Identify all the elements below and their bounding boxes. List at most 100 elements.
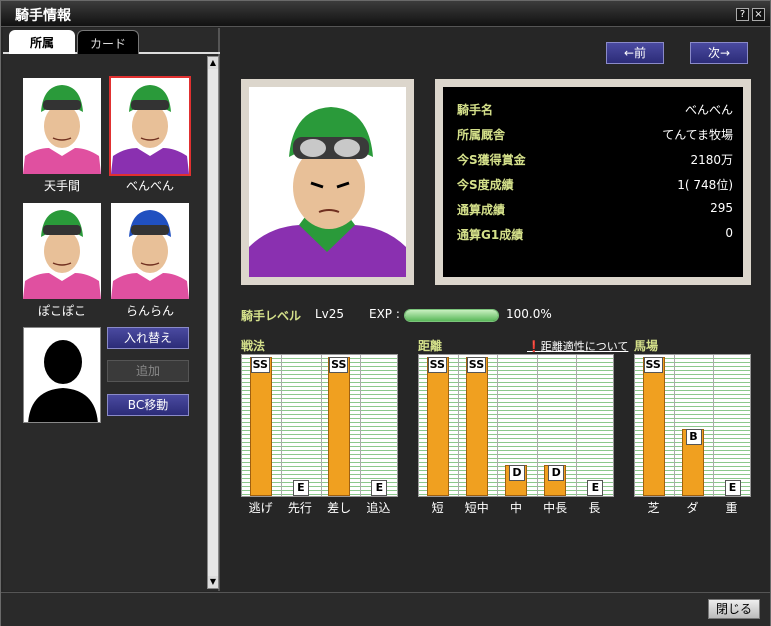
info-frame: 騎手名 べんべん所属厩舎 てんてま牧場今S獲得賞金 2180万今S度成績 1( 748位…	[435, 79, 751, 285]
info-key: 通算G1成績	[457, 228, 524, 242]
silhouette-icon	[24, 328, 100, 422]
jockey-name: 天手間	[43, 179, 80, 193]
next-button[interactable]: 次→	[690, 42, 748, 64]
aptitude-label: 差し	[327, 501, 352, 515]
exp-bar	[404, 309, 499, 322]
tab-affiliation[interactable]: 所属	[9, 30, 75, 54]
info-key: 今S獲得賞金	[457, 153, 526, 167]
window-title: 騎手情報	[15, 8, 71, 24]
info-key: 騎手名	[457, 103, 494, 117]
aptitude-label: 芝	[647, 501, 660, 515]
info-row: 今S度成績 1( 748位)	[457, 176, 733, 196]
level-value: Lv25	[315, 307, 345, 321]
aptitude-grade: SS	[329, 357, 349, 373]
info-row: 騎手名 べんべん	[457, 101, 733, 121]
info-table: 騎手名 べんべん所属厩舎 てんてま牧場今S獲得賞金 2180万今S度成績 1( 748位…	[443, 87, 743, 277]
scrollbar[interactable]: ▲ ▼	[207, 56, 219, 589]
jockey-card[interactable]	[111, 203, 189, 299]
distance-aptitude-link[interactable]: ❗距離適性について	[527, 338, 628, 354]
aptitude-grade: SS	[250, 357, 270, 373]
jockey-name: ぽこぽこ	[37, 304, 86, 318]
scroll-down-icon[interactable]: ▼	[208, 576, 218, 588]
exp-value: 100.0%	[506, 307, 552, 321]
aptitude-grade: D	[548, 465, 565, 481]
add-button[interactable]: 追加	[107, 360, 189, 382]
aptitude-label: 短	[431, 501, 444, 515]
jockey-name: べんべん	[125, 179, 174, 193]
info-key: 所属厩舎	[457, 128, 506, 142]
jockey-list-panel: 所属 カード 天手間 べんべんぽこぽこ らんらん 入れ替え 追加 BC移動 ▲ ▼	[3, 28, 220, 591]
aptitude-grade: B	[685, 429, 702, 445]
aptitude-label: 中	[509, 501, 522, 515]
aptitude-label: 重	[725, 501, 738, 515]
aptitude-label: 短中	[464, 501, 489, 515]
info-value: べんべん	[684, 103, 733, 117]
title-bar: 騎手情報 ? ×	[1, 1, 770, 27]
swap-button[interactable]: 入れ替え	[107, 327, 189, 349]
track-chart: SS B E	[634, 354, 751, 497]
info-value: てんてま牧場	[662, 128, 733, 142]
aptitude-label: 追込	[366, 501, 391, 515]
aptitude-bar	[328, 357, 351, 496]
info-row: 通算G1成績 0	[457, 226, 733, 246]
level-label: 騎手レベル	[241, 309, 302, 323]
exp-bar-fill	[405, 310, 498, 321]
jockey-card[interactable]	[23, 203, 101, 299]
detail-panel: ←前 次→ 騎手名 べんべん 所属厩舎 てんてま牧場 今S獲得賞金 2180万 …	[222, 28, 770, 591]
close-button[interactable]: 閉じる	[708, 599, 760, 619]
tab-card[interactable]: カード	[77, 30, 139, 54]
aptitude-grade: SS	[643, 357, 663, 373]
aptitude-label: 中長	[543, 501, 568, 515]
aptitude-bar	[426, 357, 449, 496]
jockey-portrait-frame	[241, 79, 414, 285]
jockey-thumbnail	[23, 203, 101, 299]
close-icon[interactable]: ×	[752, 8, 765, 21]
jockey-name: らんらん	[125, 304, 174, 318]
aptitude-grade: E	[587, 480, 604, 496]
info-row: 所属厩舎 てんてま牧場	[457, 126, 733, 146]
aptitude-label: ダ	[686, 501, 699, 515]
info-row: 通算成績 295	[457, 201, 733, 221]
aptitude-grade: E	[724, 480, 741, 496]
tab-bar: 所属 カード	[3, 28, 220, 54]
info-key: 今S度成績	[457, 178, 514, 192]
aptitude-label: 逃げ	[248, 501, 273, 515]
distance-link-text: 距離適性について	[540, 340, 629, 353]
aptitude-label: 先行	[287, 501, 312, 515]
aptitude-grade: E	[292, 480, 309, 496]
jockey-card[interactable]	[109, 76, 191, 176]
jockey-card[interactable]	[23, 78, 101, 174]
jockey-thumbnail	[23, 78, 101, 174]
aptitude-bar	[642, 357, 665, 496]
aptitude-label: 長	[588, 501, 601, 515]
aptitude-grade: E	[371, 480, 388, 496]
aptitude-grade: SS	[466, 357, 487, 373]
tactics-chart: SS E SS E	[241, 354, 398, 497]
aptitude-grade: D	[509, 465, 525, 481]
jockey-thumbnail	[111, 78, 189, 174]
jockey-thumbnail	[111, 203, 189, 299]
bottom-bar: 閉じる	[1, 592, 770, 626]
scroll-up-icon[interactable]: ▲	[208, 57, 218, 69]
jockey-portrait	[249, 87, 406, 277]
window: 騎手情報 ? × 所属 カード 天手間 べんべんぽこぽこ らんらん 入れ替え 追加 …	[0, 0, 771, 626]
empty-slot-silhouette[interactable]	[23, 327, 101, 423]
aptitude-bar	[249, 357, 272, 496]
jockey-portrait-image	[249, 87, 406, 277]
aptitude-grade: SS	[427, 357, 447, 373]
prev-button[interactable]: ←前	[606, 42, 664, 64]
info-value: 2180万	[690, 153, 733, 167]
distance-chart: SS SS D D E	[418, 354, 614, 497]
distance-title: 距離	[418, 339, 443, 353]
exp-label: EXP :	[369, 307, 400, 321]
info-key: 通算成績	[457, 203, 506, 217]
info-row: 今S獲得賞金 2180万	[457, 151, 733, 171]
info-value: 1( 748位)	[677, 178, 733, 192]
aptitude-bar	[465, 357, 488, 496]
track-title: 馬場	[634, 339, 659, 353]
tactics-title: 戦法	[241, 339, 266, 353]
help-button[interactable]: ?	[736, 8, 749, 21]
bc-move-button[interactable]: BC移動	[107, 394, 189, 416]
info-value: 295	[710, 201, 733, 215]
info-value: 0	[725, 226, 733, 240]
